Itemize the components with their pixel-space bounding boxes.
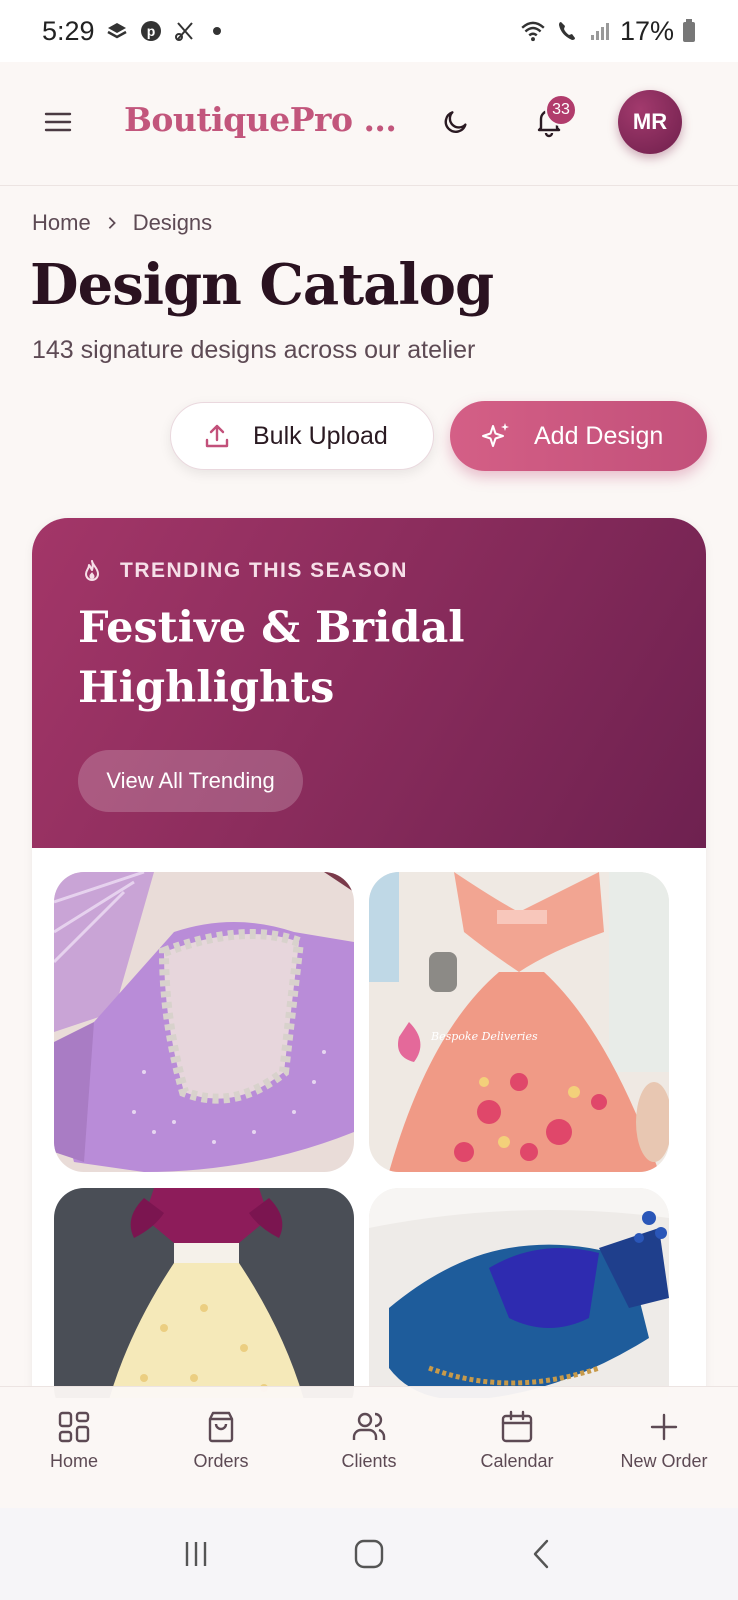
moon-icon[interactable]: [442, 106, 474, 138]
bulk-upload-button[interactable]: Bulk Upload: [170, 402, 434, 470]
signal-icon: [590, 23, 609, 40]
battery-icon: [683, 19, 695, 42]
nav-clients-label: Clients: [341, 1451, 397, 1471]
brand-title[interactable]: BoutiquePro ...: [124, 100, 397, 139]
stack-app-icon: [106, 23, 127, 39]
watermark-text: Bespoke Deliveries: [430, 1030, 538, 1043]
page-title: Design Catalog: [30, 252, 494, 318]
yellow-frock-illustration: [54, 1188, 354, 1398]
system-navigation-bar: [0, 1508, 738, 1600]
nav-home-label: Home: [49, 1451, 98, 1471]
shopping-bag-icon: [208, 1411, 234, 1443]
breadcrumb-home[interactable]: Home: [32, 210, 91, 236]
nav-clients[interactable]: Clients: [309, 1409, 429, 1472]
breadcrumb: Home Designs: [32, 210, 212, 236]
chevron-right-icon: [108, 217, 116, 229]
sparkles-icon: [482, 423, 509, 447]
svg-text:p: p: [146, 23, 155, 39]
back-icon[interactable]: [525, 1537, 559, 1571]
avatar[interactable]: MR: [618, 90, 682, 154]
trending-card: TRENDING THIS SEASON Festive & Bridal Hi…: [32, 518, 706, 1398]
page-subtitle: 143 signature designs across our atelier: [32, 336, 476, 364]
pinterest-icon: p: [140, 21, 161, 41]
design-image-lilac-blouse[interactable]: [54, 872, 354, 1172]
add-design-button[interactable]: Add Design: [450, 401, 707, 471]
nav-new-order[interactable]: New Order: [604, 1409, 724, 1472]
notification-badge: 33: [545, 94, 577, 126]
wifi-call-icon: [558, 22, 575, 40]
design-image-blue-blouse[interactable]: [369, 1188, 669, 1398]
calendar-icon: [501, 1410, 533, 1443]
nav-orders[interactable]: Orders: [161, 1409, 281, 1472]
users-icon: [352, 1412, 386, 1440]
recent-apps-icon[interactable]: [179, 1537, 213, 1571]
upload-icon: [205, 424, 229, 448]
trending-eyebrow-label: TRENDING THIS SEASON: [120, 559, 408, 582]
battery-percent: 17%: [619, 15, 674, 46]
nav-orders-label: Orders: [193, 1451, 249, 1471]
lilac-blouse-illustration: [54, 872, 354, 1172]
breadcrumb-current: Designs: [132, 210, 213, 235]
trending-hero: TRENDING THIS SEASON Festive & Bridal Hi…: [32, 518, 706, 848]
plus-icon: [650, 1413, 678, 1441]
design-image-peach-lehenga[interactable]: Bespoke Deliveries: [369, 872, 669, 1172]
blue-blouse-illustration: [369, 1188, 669, 1398]
notification-dot: [212, 27, 221, 35]
status-bar: 5:29 p 17%: [0, 0, 738, 62]
flame-icon: [85, 560, 99, 581]
home-circle-icon[interactable]: [352, 1537, 386, 1571]
grid-icon: [58, 1411, 90, 1443]
trending-eyebrow: TRENDING THIS SEASON: [80, 558, 408, 584]
status-time: 5:29: [42, 15, 95, 46]
peach-lehenga-illustration: Bespoke Deliveries: [369, 872, 669, 1172]
missed-call-icon: [174, 22, 193, 41]
app-header: BoutiquePro ... 33 MR: [0, 62, 738, 186]
design-image-yellow-frock[interactable]: [54, 1188, 354, 1398]
wifi-icon: [521, 21, 545, 42]
bulk-upload-label: Bulk Upload: [253, 421, 388, 450]
trending-title: Festive & Bridal Highlights: [78, 603, 465, 713]
nav-calendar-label: Calendar: [480, 1451, 554, 1471]
menu-icon[interactable]: [44, 108, 72, 136]
view-all-trending-button[interactable]: View All Trending: [78, 750, 303, 812]
nav-new-order-label: New Order: [620, 1451, 708, 1471]
nav-home[interactable]: Home: [14, 1409, 134, 1472]
nav-calendar[interactable]: Calendar: [457, 1409, 577, 1472]
add-design-label: Add Design: [534, 421, 664, 450]
bottom-navigation: Home Orders Clients Calendar New Order: [0, 1386, 738, 1508]
